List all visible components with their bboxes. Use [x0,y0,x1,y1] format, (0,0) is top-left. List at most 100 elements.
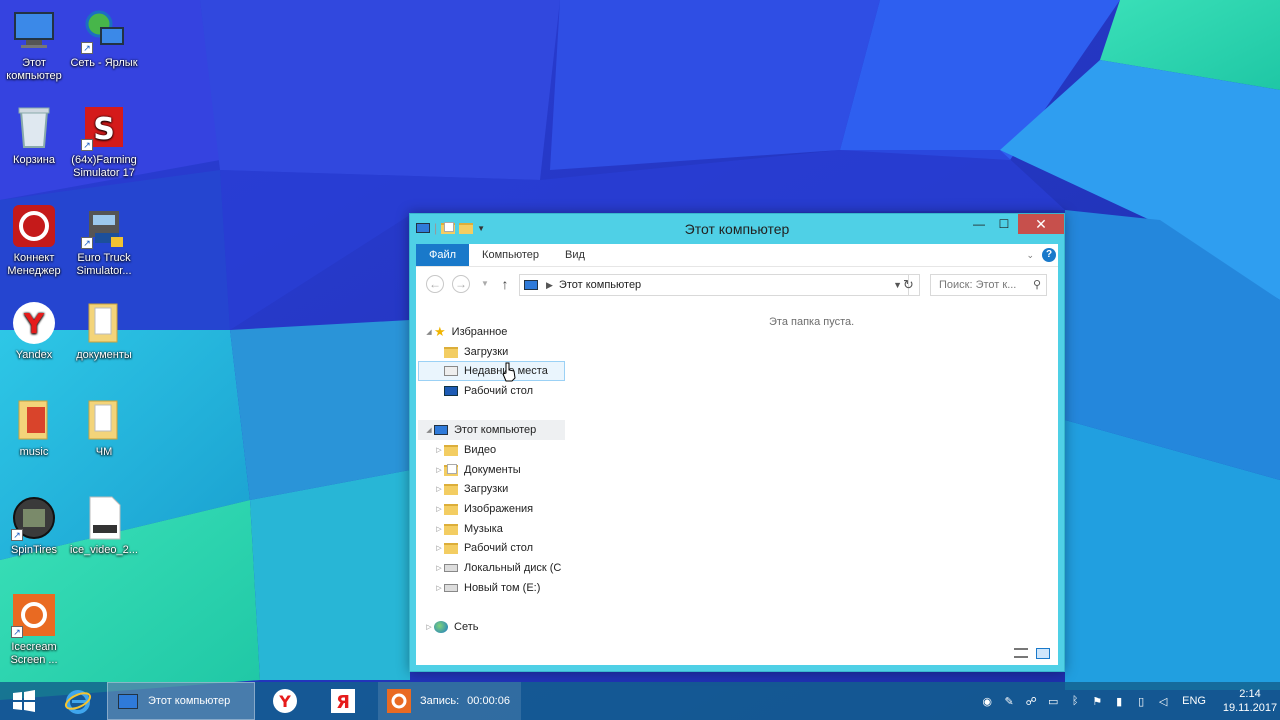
connect-manager-icon [11,203,57,249]
euro-truck-icon: ↗ [81,203,127,249]
tree-item-local-disk-c[interactable]: ▷ Локальный диск (C [434,558,561,578]
recording-label: Запись: [420,695,460,707]
start-button[interactable] [0,682,48,720]
tab-file[interactable]: Файл [416,244,470,266]
tools-icon[interactable]: ✎ [998,695,1020,708]
screenshot-tool-icon[interactable]: ◉ [976,695,998,708]
tree-item-favorites[interactable]: ◢ ★ Избранное [424,322,507,342]
drive-icon [444,584,458,592]
address-bar[interactable]: ▶ Этот компьютер ▼ [519,274,909,296]
back-arrow-icon[interactable]: ← [426,275,444,293]
taskbar-recorder-button[interactable]: Запись: 00:00:06 [378,682,521,720]
desktop-icon-connect-manager[interactable]: Коннект Менеджер [0,203,70,278]
tree-item-desktop[interactable]: ▷ Рабочий стол [434,538,533,558]
clock[interactable]: 2:14 19.11.2017 [1220,687,1280,715]
tree-item-pictures[interactable]: ▷ Изображения [434,499,533,519]
desktop-icon-label: Корзина [13,154,55,166]
tab-computer[interactable]: Компьютер [469,244,552,266]
expand-arrow-icon[interactable]: ▷ [424,623,434,631]
desktop-icon-euro-truck[interactable]: ↗ Euro Truck Simulator... [68,203,140,278]
taskbar-yandex-browser-button[interactable]: Я [320,682,366,720]
desktop-icon-ice-video[interactable]: ice_video_2... [68,495,140,557]
flag-icon[interactable]: ⚑ [1086,695,1108,708]
bluetooth-icon[interactable]: ᛒ [1064,695,1086,707]
forward-arrow-icon[interactable]: → [452,275,470,293]
expand-arrow-icon[interactable]: ▷ [434,485,444,493]
tree-label: Загрузки [464,346,509,358]
tree-item-this-pc[interactable]: ◢ Этот компьютер [418,420,565,440]
help-icon[interactable]: ? [1042,248,1056,262]
breadcrumb[interactable]: Этот компьютер [559,279,641,291]
recycle-bin-icon [11,105,57,151]
collapse-arrow-icon[interactable]: ◢ [424,328,434,336]
taskbar-explorer-button[interactable]: Этот компьютер [107,682,255,720]
minimize-button[interactable]: — [965,214,993,234]
desktop-icon-chm[interactable]: ЧМ [68,397,140,459]
volume-icon[interactable]: ◁ [1152,695,1174,708]
desktop-icon-recycle-bin[interactable]: Корзина [0,105,70,167]
expand-ribbon-icon[interactable]: ⌄ [1026,250,1034,261]
tree-label: Избранное [451,326,508,338]
keyboard-icon[interactable]: ▭ [1042,695,1064,708]
ribbon-tabs: Файл Компьютер Вид ⌄ ? [416,244,1058,266]
tree-item-music[interactable]: ▷ Музыка [434,519,503,539]
tree-item-recent-places[interactable]: Недавние места [418,361,565,381]
tree-label: Рабочий стол [464,385,534,397]
desktop-icon-yandex[interactable]: Y Yandex [0,300,70,362]
desktop-icon-spintires[interactable]: ↗ SpinTires [0,495,70,557]
battery-icon[interactable]: ▯ [1130,695,1152,708]
maximize-button[interactable]: ☐ [990,214,1018,234]
tree-item-downloads[interactable]: ▷ Загрузки [434,479,508,499]
expand-arrow-icon[interactable]: ▷ [434,466,444,474]
expand-arrow-icon[interactable]: ▷ [434,525,444,533]
desktop-icon-this-pc[interactable]: Этот компьютер [0,8,70,83]
search-input[interactable]: Поиск: Этот к... ⚲ [930,274,1047,296]
close-button[interactable]: ✕ [1018,214,1064,234]
window-titlebar[interactable]: | ▼ Этот компьютер — ☐ ✕ [410,214,1064,243]
collapse-arrow-icon[interactable]: ◢ [424,426,434,434]
content-area: Эта папка пуста. ◢ ★ Избранное Загрузки … [416,300,1058,665]
up-arrow-icon[interactable]: ↑ [496,275,514,293]
recent-locations-icon[interactable]: ▼ [476,275,494,293]
network-signal-icon[interactable]: ▮ [1108,695,1130,708]
expand-arrow-icon[interactable]: ▷ [434,505,444,513]
svg-text:Я: Я [336,692,350,713]
breadcrumb-chevron-icon[interactable]: ▶ [546,280,553,291]
tree-item-new-volume-e[interactable]: ▷ Новый том (E:) [434,578,540,598]
search-icon: ⚲ [1032,279,1041,291]
explorer-window[interactable]: | ▼ Этот компьютер — ☐ ✕ Файл Компьютер … [409,213,1065,672]
recording-time: 00:00:06 [467,695,510,707]
desktop-icon-network-shortcut[interactable]: ↗ Сеть - Ярлык [68,8,140,70]
desktop-icon-music[interactable]: music [0,397,70,459]
expand-arrow-icon[interactable]: ▷ [434,544,444,552]
documents-folder-icon [444,463,458,476]
tree-item-fav-desktop[interactable]: Рабочий стол [444,381,533,401]
expand-arrow-icon[interactable]: ▷ [434,446,444,454]
expand-arrow-icon[interactable]: ▷ [434,584,444,592]
tree-label: Этот компьютер [454,424,537,436]
tab-view[interactable]: Вид [552,244,598,266]
taskbar-yandex-button[interactable]: Y [262,682,308,720]
windows-logo-icon [13,690,35,712]
tree-item-fav-downloads[interactable]: Загрузки [444,342,508,362]
yandex-browser-icon: Я [331,689,355,713]
expand-arrow-icon[interactable]: ▷ [434,564,444,572]
yandex-icon: Y [11,300,57,346]
tree-label: Изображения [464,503,534,515]
tree-item-network[interactable]: ▷ Сеть [424,617,478,637]
details-view-icon[interactable] [1014,648,1028,658]
empty-folder-message: Эта папка пуста. [769,316,855,328]
tree-item-videos[interactable]: ▷ Видео [434,440,496,460]
gamepad-icon[interactable]: ☍ [1020,695,1042,708]
desktop-icon-farming-simulator[interactable]: S ↗ (64x)Farming Simulator 17 [68,105,140,180]
tree-item-documents[interactable]: ▷ Документы [434,460,521,480]
desktop-icon [444,386,458,396]
language-indicator[interactable]: ENG [1182,695,1206,707]
desktop-icon-icecream[interactable]: ↗ Icecream Screen ... [0,592,70,667]
shortcut-arrow-icon: ↗ [11,529,23,541]
internet-explorer-button[interactable] [55,682,101,720]
large-icons-view-icon[interactable] [1036,648,1050,659]
refresh-icon[interactable]: ↻ [898,274,920,296]
music-folder-icon [444,523,458,535]
desktop-icon-documents[interactable]: документы [68,300,140,362]
